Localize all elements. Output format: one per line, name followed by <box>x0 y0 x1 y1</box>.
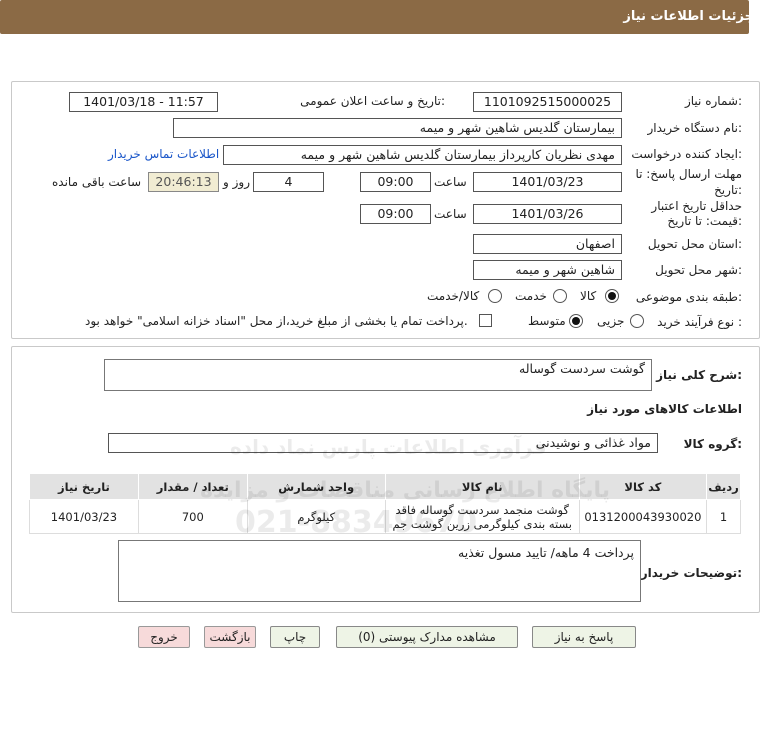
city-label: شهر محل تحویل: <box>655 263 742 277</box>
buyer-org-field: بیمارستان گلدیس شاهین شهر و میمه <box>173 118 622 138</box>
category-option-goods-service: کالا/خدمت <box>427 289 480 303</box>
exit-button[interactable]: خروج <box>138 626 190 648</box>
remaining-label: ساعت باقی مانده <box>52 175 142 189</box>
purchase-option-minor: جزیی <box>597 314 625 328</box>
validity-date-field: 1401/03/26 <box>473 204 622 224</box>
category-option-service: خدمت <box>515 289 547 303</box>
announce-label: تاریخ و ساعت اعلان عمومی: <box>300 94 445 108</box>
treasury-checkbox[interactable] <box>479 314 492 327</box>
buyer-notes-label: توضیحات خریدار: <box>640 566 742 580</box>
cell-code: 0131200043930020 <box>578 499 708 534</box>
cell-name: گوشت منجمد سردست گوساله فاقد بسته بندی ک… <box>384 499 580 534</box>
goods-group-label: گروه کالا: <box>683 437 742 451</box>
cell-qty: 700 <box>137 499 248 534</box>
purchase-option-medium: متوسط <box>528 314 566 328</box>
category-radio-service[interactable] <box>553 289 567 303</box>
col-header-qty: تعداد / مقدار <box>137 473 248 500</box>
need-number-label: شماره نیاز: <box>684 94 742 108</box>
deadline-time-label: ساعت <box>434 175 467 189</box>
contact-buyer-link[interactable]: اطلاعات تماس خریدار <box>108 147 219 161</box>
province-label: استان محل تحویل: <box>647 237 742 251</box>
remaining-time-field: 20:46:13 <box>148 172 219 192</box>
category-radio-goods[interactable] <box>605 289 619 303</box>
page-header: جزئیات اطلاعات نیاز <box>0 0 754 34</box>
category-label: طبقه بندی موضوعی: <box>635 290 742 304</box>
table-row: 1 0131200043930020 گوشت منجمد سردست گوسا… <box>29 499 741 534</box>
validity-label-2: قیمت: تا تاریخ: <box>667 214 742 228</box>
need-summary-label: شرح کلی نیاز: <box>656 368 742 382</box>
deadline-date-field: 1401/03/23 <box>473 172 622 192</box>
requester-field: مهدی نظریان کارپرداز بیمارستان گلدیس شاه… <box>223 145 622 165</box>
cell-index: 1 <box>706 499 741 534</box>
goods-group-field: مواد غذائی و نوشیدنی <box>108 433 658 453</box>
goods-table: ردیف کد کالا نام کالا واحد شمارش تعداد /… <box>29 473 741 534</box>
back-button[interactable]: بازگشت <box>204 626 256 648</box>
announce-field: 1401/03/18 - 11:57 <box>69 92 218 112</box>
days-label: روز و <box>223 175 250 189</box>
purchase-radio-minor[interactable] <box>630 314 644 328</box>
col-header-index: ردیف <box>706 473 741 500</box>
buyer-notes-field: پرداخت 4 ماهه/ تایید مسول تغذیه <box>118 540 641 602</box>
treasury-note: پرداخت تمام یا بخشی از مبلغ خرید،از محل … <box>85 314 468 328</box>
col-header-code: کد کالا <box>578 473 708 500</box>
print-button[interactable]: چاپ <box>270 626 320 648</box>
category-radio-goods-service[interactable] <box>488 289 502 303</box>
col-header-date: تاریخ نیاز <box>29 473 139 500</box>
requester-label: ایجاد کننده درخواست: <box>631 147 742 161</box>
cell-date: 1401/03/23 <box>29 499 139 534</box>
category-option-goods: کالا <box>580 289 597 303</box>
deadline-time-field: 09:00 <box>360 172 431 192</box>
col-header-unit: واحد شمارش <box>246 473 386 500</box>
deadline-label-2: تاریخ: <box>714 183 742 197</box>
need-number-field: 1101092515000025 <box>473 92 622 112</box>
validity-time-label: ساعت <box>434 207 467 221</box>
attachments-button[interactable]: مشاهده مدارک پیوستی (0) <box>336 626 518 648</box>
page-title: جزئیات اطلاعات نیاز <box>623 9 754 24</box>
need-summary-field: گوشت سردست گوساله <box>104 359 652 391</box>
city-field: شاهین شهر و میمه <box>473 260 622 280</box>
cell-unit: کیلوگرم <box>246 499 386 534</box>
table-header-row: ردیف کد کالا نام کالا واحد شمارش تعداد /… <box>29 473 741 500</box>
days-field: 4 <box>253 172 324 192</box>
purchase-type-label: نوع فرآیند خرید : <box>657 315 742 329</box>
purchase-radio-medium[interactable] <box>569 314 583 328</box>
goods-info-title: اطلاعات کالاهای مورد نیاز <box>587 402 742 416</box>
province-field: اصفهان <box>473 234 622 254</box>
validity-label-1: حداقل تاریخ اعتبار <box>651 199 742 213</box>
col-header-name: نام کالا <box>384 473 580 500</box>
validity-time-field: 09:00 <box>360 204 431 224</box>
reply-button[interactable]: پاسخ به نیاز <box>532 626 636 648</box>
buyer-org-label: نام دستگاه خریدار: <box>647 121 743 135</box>
deadline-label-1: مهلت ارسال پاسخ: تا <box>635 167 742 181</box>
